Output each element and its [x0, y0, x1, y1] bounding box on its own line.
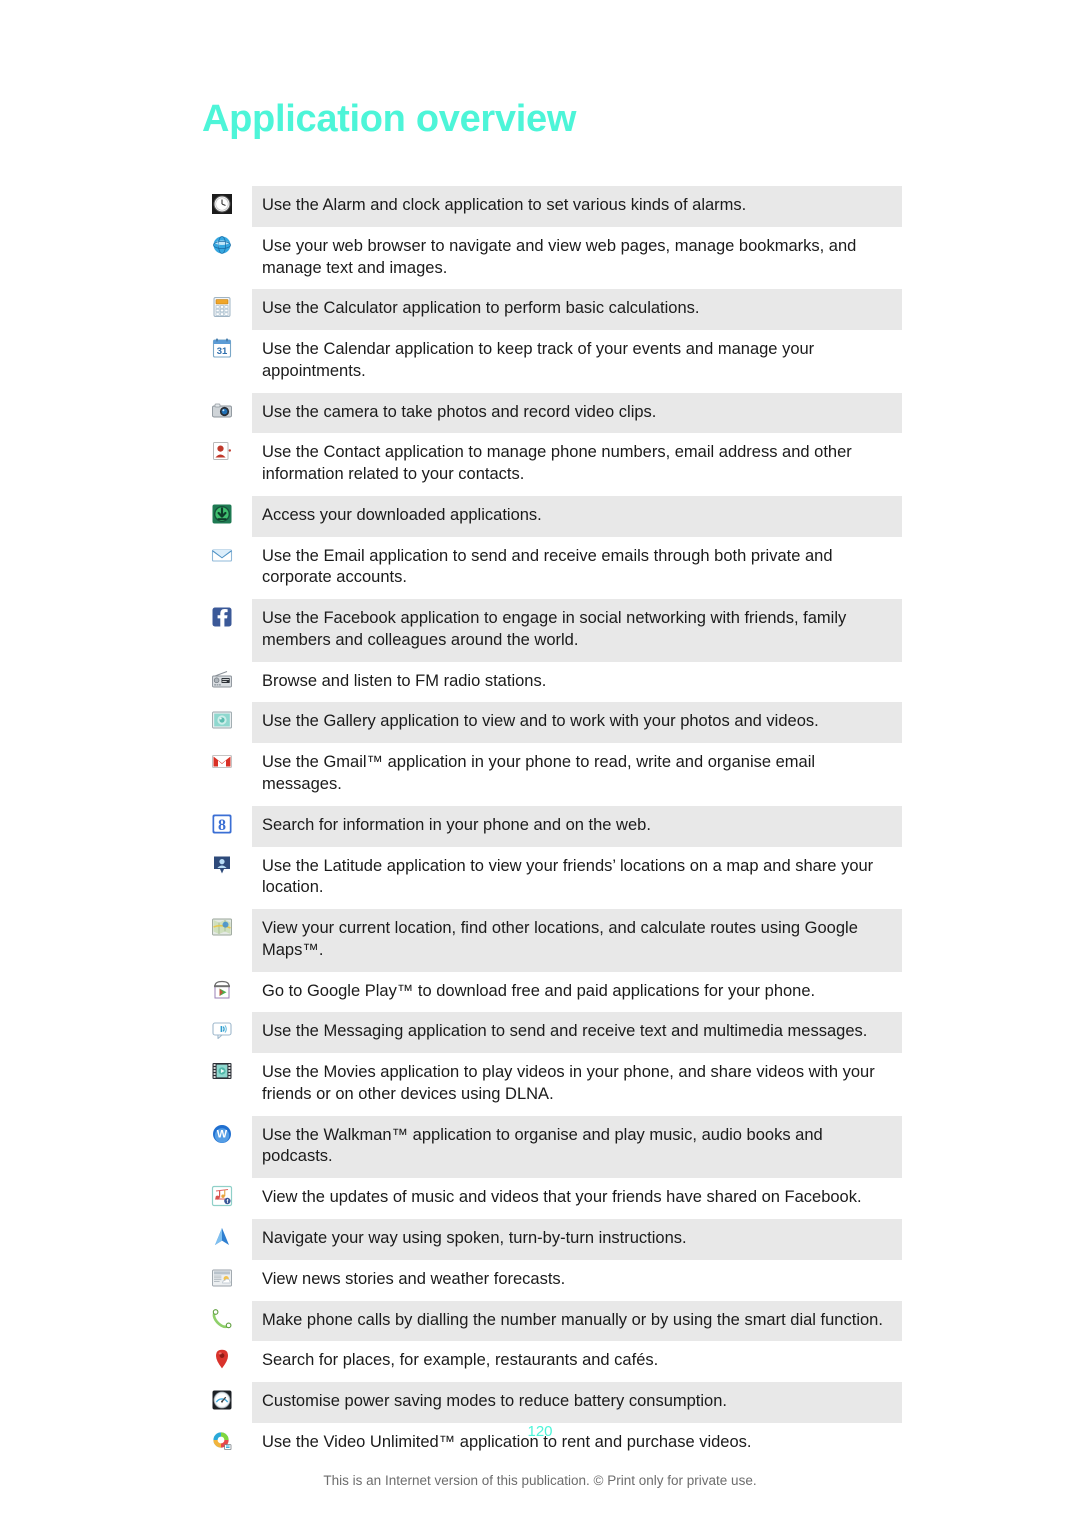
svg-text:W: W: [217, 1128, 228, 1140]
row-description: Use the Calendar application to keep tra…: [252, 330, 902, 393]
row-description: Customise power saving modes to reduce b…: [252, 1382, 902, 1423]
row-description: Use the Email application to send and re…: [252, 536, 902, 600]
row-description: Search for places, for example, restaura…: [252, 1341, 902, 1383]
phone-handset-icon: [192, 1301, 252, 1330]
table-row: Use your web browser to navigate and vie…: [0, 226, 1080, 290]
application-overview-table: Use the Alarm and clock application to s…: [0, 186, 1080, 1464]
page-title: Application overview: [202, 98, 577, 140]
row-description: Go to Google Play™ to download free and …: [252, 971, 902, 1013]
messaging-icon: [192, 1012, 252, 1041]
fm-radio-icon: [192, 662, 252, 691]
news-weather-icon: [192, 1260, 252, 1289]
facebook-icon: [192, 599, 252, 628]
table-row: Use the Facebook application to engage i…: [0, 599, 1080, 662]
row-description: Use the Facebook application to engage i…: [252, 599, 902, 662]
email-envelope-icon: [192, 537, 252, 566]
table-row: Make phone calls by dialling the number …: [0, 1300, 1080, 1342]
table-row: Use the Calculator application to perfor…: [0, 289, 1080, 331]
table-row: Use the Messaging application to send an…: [0, 1012, 1080, 1054]
row-description: View news stories and weather forecasts.: [252, 1259, 902, 1301]
row-description: Use the Messaging application to send an…: [252, 1012, 902, 1054]
alarm-clock-icon: [192, 186, 252, 215]
row-description: Use the camera to take photos and record…: [252, 392, 902, 434]
row-description: Use the Walkman™ application to organise…: [252, 1115, 902, 1179]
table-row: Use the Alarm and clock application to s…: [0, 186, 1080, 227]
page-number: 120: [527, 1423, 553, 1440]
places-pin-icon: [192, 1341, 252, 1370]
svg-text:31: 31: [217, 346, 228, 357]
walkman-icon: W: [192, 1116, 252, 1145]
row-description: View the updates of music and videos tha…: [252, 1178, 902, 1219]
table-row: Use the Contact application to manage ph…: [0, 433, 1080, 496]
web-browser-globe-icon: [192, 227, 252, 256]
row-description: Make phone calls by dialling the number …: [252, 1300, 902, 1342]
footer-copyright-note: This is an Internet version of this publ…: [323, 1473, 757, 1488]
table-row: Search for places, for example, restaura…: [0, 1341, 1080, 1383]
row-description: Use the Calculator application to perfor…: [252, 289, 902, 331]
table-row: Use the Movies application to play video…: [0, 1053, 1080, 1116]
video-unlimited-icon: [192, 1423, 252, 1452]
row-description: Use the Gallery application to view and …: [252, 702, 902, 744]
camera-icon: [192, 393, 252, 422]
latitude-icon: [192, 847, 252, 876]
row-description: Browse and listen to FM radio stations.: [252, 661, 902, 703]
row-description: Navigate your way using spoken, turn-by-…: [252, 1218, 902, 1260]
table-row: Customise power saving modes to reduce b…: [0, 1382, 1080, 1423]
music-facebook-icon: f: [192, 1178, 252, 1207]
calendar-icon: 31: [192, 330, 252, 359]
calculator-icon: [192, 289, 252, 318]
gmail-icon: [192, 743, 252, 772]
table-row: Browse and listen to FM radio stations.: [0, 661, 1080, 703]
table-row: Use the Latitude application to view you…: [0, 846, 1080, 910]
movies-icon: [192, 1053, 252, 1082]
table-row: Access your downloaded applications.: [0, 495, 1080, 537]
row-description: Access your downloaded applications.: [252, 495, 902, 537]
row-description: Use the Gmail™ application in your phone…: [252, 743, 902, 806]
contacts-icon: [192, 433, 252, 462]
document-page: Application overview Use the Alarm and c…: [0, 0, 1080, 1527]
google-maps-icon: [192, 909, 252, 938]
row-description: Use the Contact application to manage ph…: [252, 433, 902, 496]
downloads-icon: [192, 496, 252, 525]
gallery-icon: [192, 702, 252, 731]
row-description: View your current location, find other l…: [252, 909, 902, 972]
table-row: Go to Google Play™ to download free and …: [0, 971, 1080, 1013]
table-row: Use the camera to take photos and record…: [0, 392, 1080, 434]
table-row: W Use the Walkman™ application to organis…: [0, 1115, 1080, 1179]
google-play-icon: [192, 972, 252, 1001]
table-row: View your current location, find other l…: [0, 909, 1080, 972]
row-description: Search for information in your phone and…: [252, 805, 902, 847]
table-row: Use the Gallery application to view and …: [0, 702, 1080, 744]
row-description: Use the Movies application to play video…: [252, 1053, 902, 1116]
svg-text:f: f: [227, 1199, 229, 1205]
table-row: Navigate your way using spoken, turn-by-…: [0, 1218, 1080, 1260]
row-description: Use the Alarm and clock application to s…: [252, 186, 902, 227]
row-description: Use the Latitude application to view you…: [252, 846, 902, 910]
navigation-arrow-icon: [192, 1219, 252, 1248]
row-description: Use your web browser to navigate and vie…: [252, 226, 902, 290]
table-row: Use the Gmail™ application in your phone…: [0, 743, 1080, 806]
svg-text:8: 8: [218, 817, 226, 834]
table-row: View news stories and weather forecasts.: [0, 1259, 1080, 1301]
table-row: f View the updates of music and videos th…: [0, 1178, 1080, 1219]
table-row: 8 Search for information in your phone an…: [0, 805, 1080, 847]
table-row: 31 Use the Calendar application to keep t…: [0, 330, 1080, 393]
power-saver-icon: [192, 1382, 252, 1411]
google-search-icon: 8: [192, 806, 252, 835]
table-row: Use the Email application to send and re…: [0, 536, 1080, 600]
